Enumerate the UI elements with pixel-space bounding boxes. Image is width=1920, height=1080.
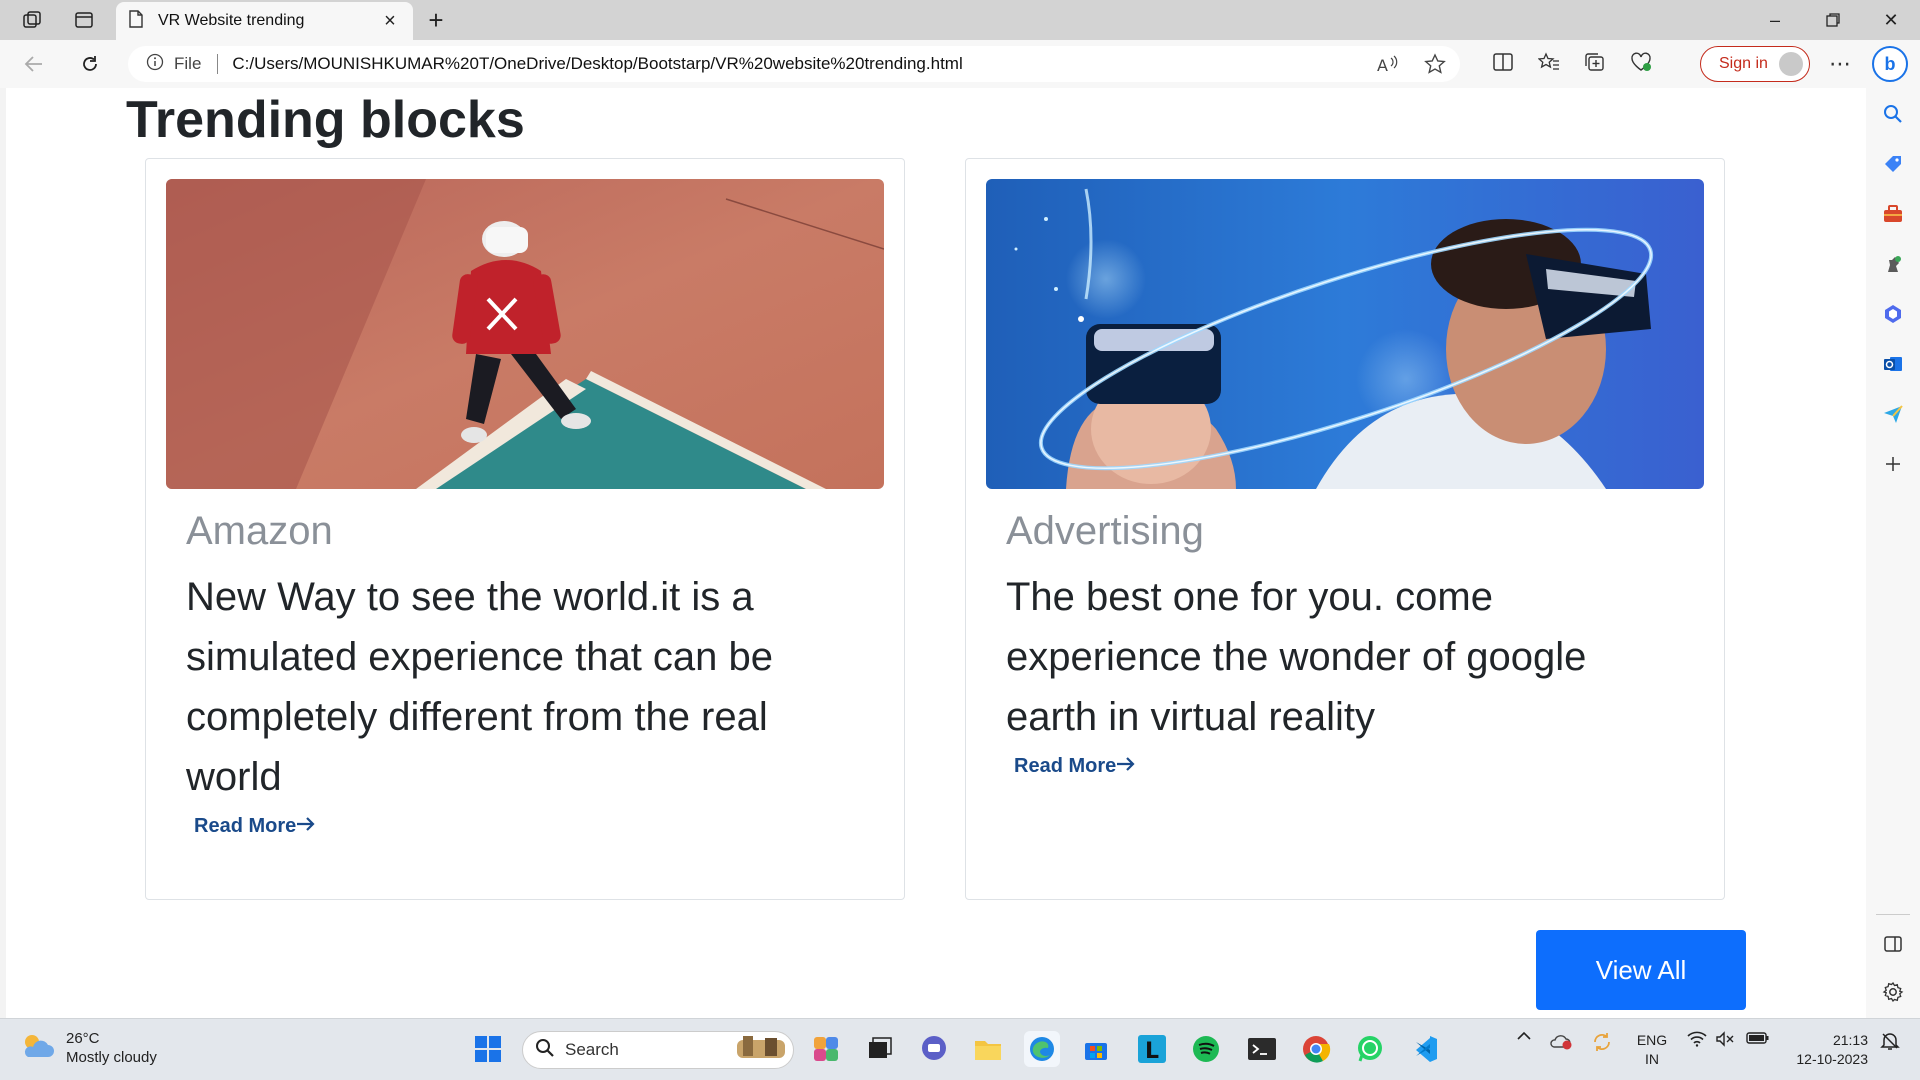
- card-amazon: Amazon New Way to see the world.it is a …: [145, 158, 905, 900]
- web-page: Trending blocks Amazon New Way to see th…: [6, 88, 1866, 1018]
- wifi-icon[interactable]: [1684, 1031, 1710, 1047]
- search-icon[interactable]: [1879, 100, 1907, 128]
- taskbar-search[interactable]: Search: [522, 1031, 794, 1069]
- sync-icon[interactable]: [1588, 1031, 1616, 1053]
- games-icon[interactable]: [1879, 250, 1907, 278]
- read-more-label: Read More: [1014, 755, 1117, 777]
- card-advertising: Advertising The best one for you. come e…: [965, 158, 1725, 900]
- search-placeholder: Search: [565, 1040, 619, 1059]
- close-window-button[interactable]: ✕: [1868, 6, 1914, 34]
- add-icon[interactable]: [1879, 450, 1907, 478]
- arrow-right-icon: [296, 815, 316, 838]
- language-indicator[interactable]: ENG IN: [1632, 1031, 1672, 1069]
- file-explorer-icon[interactable]: [970, 1031, 1006, 1067]
- card-image-vr-people: [986, 179, 1704, 489]
- clock-date: 12-10-2023: [1796, 1051, 1868, 1067]
- system-clock[interactable]: 21:13 12-10-2023: [1784, 1031, 1868, 1069]
- minimize-button[interactable]: –: [1752, 6, 1798, 34]
- card-text: The best one for you. come experience th…: [1006, 575, 1587, 739]
- read-more-link[interactable]: Read More: [194, 815, 316, 838]
- weather-widget[interactable]: 26°C Mostly cloudy: [20, 1029, 157, 1067]
- read-more-link[interactable]: Read More: [1014, 755, 1136, 778]
- address-divider: [217, 54, 219, 74]
- volume-muted-icon[interactable]: [1712, 1031, 1738, 1047]
- tab-title: VR Website trending: [158, 12, 305, 29]
- address-bar[interactable]: File C:/Users/MOUNISHKUMAR%20T/OneDrive/…: [128, 46, 1460, 82]
- edge-browser-icon[interactable]: [1024, 1031, 1060, 1067]
- lang-code: ENG: [1636, 1032, 1668, 1048]
- address-url[interactable]: C:/Users/MOUNISHKUMAR%20T/OneDrive/Deskt…: [232, 54, 962, 74]
- terminal-icon[interactable]: [1244, 1031, 1280, 1067]
- bing-copilot-icon[interactable]: b: [1872, 46, 1908, 82]
- chrome-icon[interactable]: [1298, 1031, 1334, 1067]
- office-icon[interactable]: [1879, 300, 1907, 328]
- clock-time: 21:13: [1832, 1032, 1868, 1048]
- info-icon[interactable]: [146, 53, 164, 76]
- refresh-icon[interactable]: [72, 48, 108, 80]
- search-icon: [535, 1038, 555, 1063]
- collections-icon[interactable]: [1580, 48, 1610, 76]
- new-tab-button[interactable]: +: [420, 5, 452, 35]
- tools-icon[interactable]: [1879, 200, 1907, 228]
- read-aloud-icon[interactable]: A: [1372, 50, 1402, 78]
- back-icon[interactable]: [16, 48, 52, 80]
- edge-sidebar: [1866, 88, 1920, 1018]
- favorite-star-icon[interactable]: [1420, 50, 1450, 78]
- store-icon[interactable]: [1078, 1031, 1114, 1067]
- card-title: Amazon: [186, 509, 333, 553]
- tab-active[interactable]: VR Website trending ×: [116, 2, 413, 40]
- copilot-app-icon[interactable]: [808, 1031, 844, 1067]
- restore-button[interactable]: [1810, 6, 1856, 34]
- task-view-icon[interactable]: [862, 1031, 898, 1067]
- windows-start-icon[interactable]: [470, 1031, 506, 1067]
- page-title: Trending blocks: [126, 91, 525, 149]
- split-screen-icon[interactable]: [1488, 48, 1518, 76]
- battery-icon[interactable]: [1744, 1031, 1772, 1045]
- close-tab-icon[interactable]: ×: [379, 10, 401, 32]
- windows-taskbar: 26°C Mostly cloudy Search L ENG IN 21:13…: [0, 1018, 1920, 1080]
- cloudy-weather-icon: [20, 1031, 54, 1066]
- settings-gear-icon[interactable]: [1879, 978, 1907, 1006]
- page-icon: [128, 9, 144, 33]
- more-options-icon[interactable]: ⋯: [1822, 48, 1858, 80]
- card-text: New Way to see the world.it is a simulat…: [186, 575, 774, 799]
- whatsapp-icon[interactable]: [1352, 1031, 1388, 1067]
- browser-toolbar: File C:/Users/MOUNISHKUMAR%20T/OneDrive/…: [0, 40, 1920, 88]
- weather-desc: Mostly cloudy: [66, 1049, 157, 1066]
- tab-bar: VR Website trending × + – ✕: [0, 0, 1920, 40]
- outlook-icon[interactable]: [1879, 350, 1907, 378]
- card-title: Advertising: [1006, 509, 1204, 553]
- svg-text:L: L: [1145, 1039, 1159, 1064]
- l-app-icon[interactable]: L: [1134, 1031, 1170, 1067]
- read-more-label: Read More: [194, 815, 297, 837]
- onedrive-error-icon[interactable]: [1548, 1031, 1576, 1051]
- hide-sidebar-icon[interactable]: [1879, 930, 1907, 958]
- profile-avatar-icon: [1779, 52, 1803, 76]
- sidebar-divider: [1876, 914, 1910, 915]
- card-image-vr-court: [166, 179, 884, 489]
- search-highlight-icon: [735, 1034, 787, 1067]
- tab-actions-icon[interactable]: [68, 6, 100, 34]
- shopping-tag-icon[interactable]: [1879, 150, 1907, 178]
- show-hidden-icons[interactable]: [1512, 1031, 1536, 1041]
- chat-app-icon[interactable]: [916, 1031, 952, 1067]
- weather-temp: 26°C: [66, 1030, 100, 1047]
- lang-region: IN: [1645, 1051, 1659, 1067]
- notifications-bell-icon[interactable]: [1876, 1031, 1904, 1051]
- spotify-icon[interactable]: [1188, 1031, 1224, 1067]
- address-prefix: File: [174, 54, 202, 73]
- view-all-button[interactable]: View All: [1536, 930, 1746, 1010]
- browser-essentials-icon[interactable]: [1626, 48, 1656, 76]
- send-icon[interactable]: [1879, 400, 1907, 428]
- svg-text:A: A: [1377, 56, 1388, 74]
- favorites-icon[interactable]: [1534, 48, 1564, 76]
- vscode-icon[interactable]: [1406, 1031, 1442, 1067]
- workspaces-icon[interactable]: [16, 6, 48, 34]
- sign-in-button[interactable]: Sign in: [1700, 46, 1810, 82]
- sign-in-label: Sign in: [1719, 55, 1768, 72]
- arrow-right-icon: [1116, 755, 1136, 778]
